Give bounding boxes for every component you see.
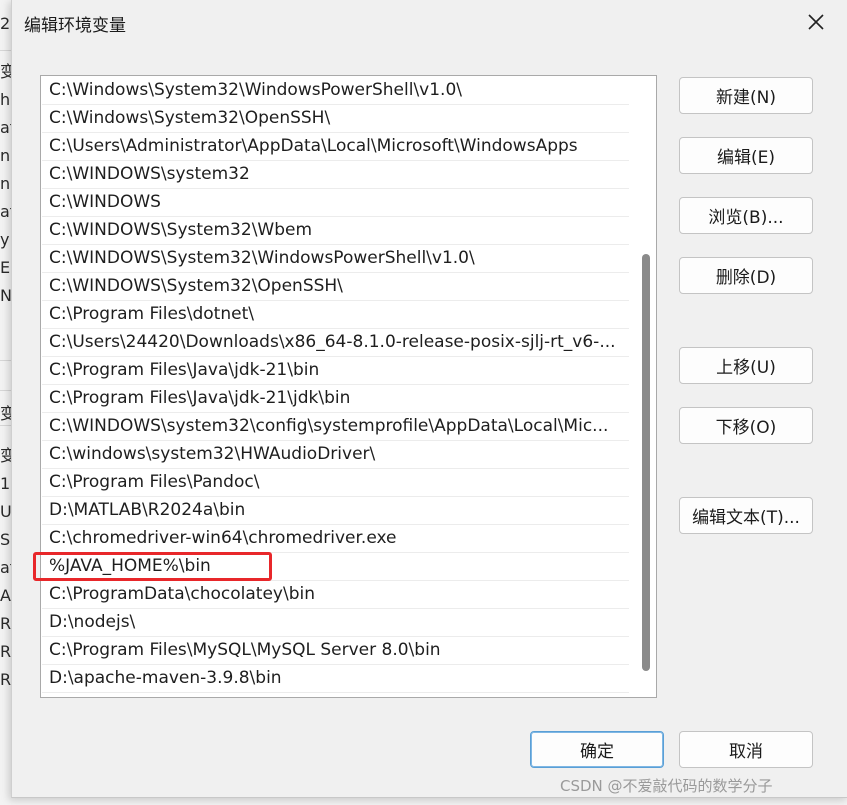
path-list-item[interactable]: C:\WINDOWS\system32\config\systemprofile… (42, 413, 629, 441)
path-list-item[interactable]: C:\Program Files\Java\jdk-21\jdk\bin (42, 385, 629, 413)
path-list-item[interactable]: C:\ProgramData\chocolatey\bin (42, 581, 629, 609)
path-list-item[interactable]: D:\nodejs\ (42, 609, 629, 637)
path-list-item[interactable]: C:\Windows\System32\WindowsPowerShell\v1… (42, 77, 629, 105)
browse-button[interactable]: 浏览(B)... (679, 197, 813, 234)
close-icon (808, 14, 824, 30)
path-list-item[interactable]: C:\WINDOWS (42, 189, 629, 217)
path-list-item[interactable]: C:\WINDOWS\System32\Wbem (42, 217, 629, 245)
path-list-item[interactable]: C:\WINDOWS\system32 (42, 161, 629, 189)
path-list-item[interactable]: C:\windows\system32\HWAudioDriver\ (42, 441, 629, 469)
path-list-item[interactable]: C:\Program Files\MySQL\MySQL Server 8.0\… (42, 637, 629, 665)
edit-button[interactable]: 编辑(E) (679, 137, 813, 174)
path-list-item[interactable]: %JAVA_HOME%\bin (42, 553, 629, 581)
watermark: CSDN @不爱敲代码的数学分子 (560, 777, 773, 795)
path-list-item[interactable]: C:\Program Files\Pandoc\ (42, 469, 629, 497)
dialog-title: 编辑环境变量 (24, 16, 126, 36)
delete-button[interactable]: 删除(D) (679, 257, 813, 294)
ok-button[interactable]: 确定 (530, 731, 664, 768)
move-down-button[interactable]: 下移(O) (679, 407, 813, 444)
path-list-item[interactable]: C:\Users\Administrator\AppData\Local\Mic… (42, 133, 629, 161)
new-button[interactable]: 新建(N) (679, 77, 813, 114)
path-list-item[interactable]: C:\Users\24420\Downloads\x86_64-8.1.0-re… (42, 329, 629, 357)
path-list-item[interactable]: C:\chromedriver-win64\chromedriver.exe (42, 525, 629, 553)
move-up-button[interactable]: 上移(U) (679, 347, 813, 384)
title-bar: 编辑环境变量 (12, 0, 847, 44)
path-list[interactable]: C:\Windows\System32\WindowsPowerShell\v1… (40, 75, 657, 698)
path-list-item[interactable]: C:\Windows\System32\OpenSSH\ (42, 105, 629, 133)
path-list-item[interactable]: D:\MATLAB\R2024a\bin (42, 497, 629, 525)
scrollbar-thumb[interactable] (642, 254, 650, 671)
cancel-button[interactable]: 取消 (679, 731, 813, 768)
edit-text-button[interactable]: 编辑文本(T)... (679, 497, 813, 534)
path-list-item[interactable]: C:\WINDOWS\System32\OpenSSH\ (42, 273, 629, 301)
path-list-item[interactable]: C:\Program Files\Java\jdk-21\bin (42, 357, 629, 385)
close-button[interactable] (802, 8, 830, 36)
edit-env-variable-dialog: 编辑环境变量 C:\Windows\System32\WindowsPowerS… (11, 0, 847, 798)
path-list-item[interactable]: C:\WINDOWS\System32\WindowsPowerShell\v1… (42, 245, 629, 273)
path-list-item[interactable]: D:\apache-maven-3.9.8\bin (42, 665, 629, 693)
path-list-item[interactable]: C:\Program Files\dotnet\ (42, 301, 629, 329)
